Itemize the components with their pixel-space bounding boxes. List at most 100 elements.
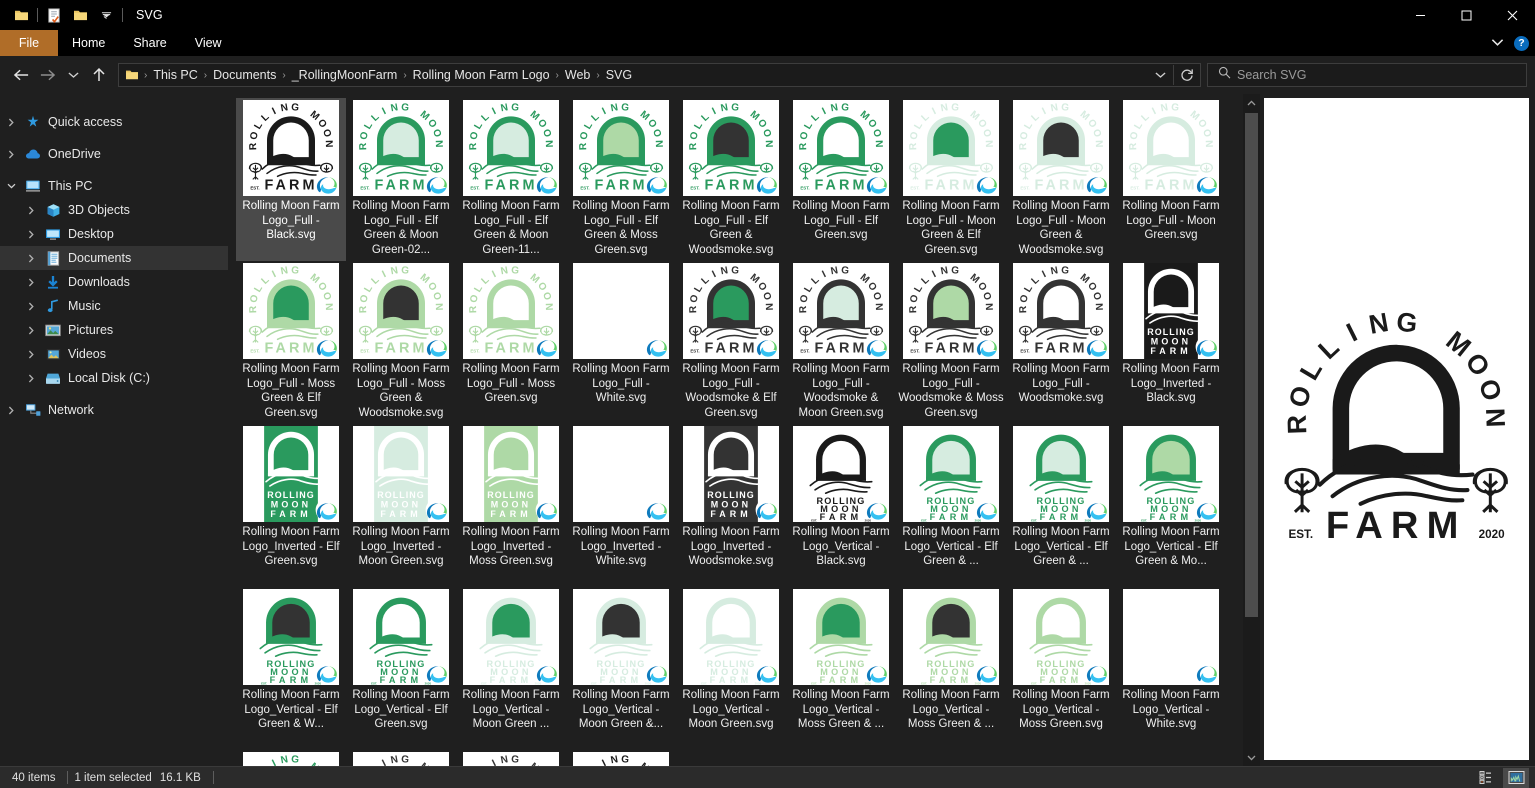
file-tile[interactable]: ROLLING MOON FARM EST. 2020 Rolling Moon… bbox=[896, 587, 1006, 750]
file-tile[interactable]: ROLLING MOON FARM EST. 2020 Rolling Moon… bbox=[896, 424, 1006, 587]
sidebar-item-network[interactable]: Network bbox=[0, 398, 228, 422]
breadcrumb[interactable]: › This PC › Documents › _RollingMoonFarm… bbox=[118, 63, 1201, 87]
scroll-up-arrow-icon[interactable] bbox=[1243, 94, 1260, 111]
sidebar-item-downloads[interactable]: Downloads bbox=[0, 270, 228, 294]
file-tile[interactable]: ROLLINGMOON FARM EST. 2020 bbox=[346, 750, 456, 766]
customize-dropdown-icon[interactable] bbox=[93, 3, 119, 27]
file-tile[interactable]: ROLLINGMOON FARM EST. 2020 bbox=[566, 750, 676, 766]
file-tile[interactable]: ROLLING MOON FARM EST. 2020 Rolling Moon… bbox=[566, 587, 676, 750]
tab-view[interactable]: View bbox=[181, 30, 236, 56]
sidebar-item-documents[interactable]: Documents bbox=[0, 246, 228, 270]
file-tile[interactable]: ROLLING MOON FARM Rolling Moon Farm Logo… bbox=[346, 424, 456, 587]
file-tile[interactable]: ROLLINGMOON FARM EST. 2020 Rolling Moon … bbox=[566, 98, 676, 261]
file-tile[interactable]: ROLLING MOON FARM EST. 2020 Rolling Moon… bbox=[456, 587, 566, 750]
breadcrumb-web[interactable]: Web bbox=[560, 66, 595, 84]
chevron-right-icon[interactable] bbox=[20, 254, 42, 263]
sidebar-item-onedrive[interactable]: OneDrive bbox=[0, 142, 228, 166]
scrollbar-thumb[interactable] bbox=[1245, 113, 1258, 618]
back-button[interactable] bbox=[8, 62, 34, 88]
breadcrumb-rolling-moon-farm-logo[interactable]: Rolling Moon Farm Logo bbox=[408, 66, 555, 84]
maximize-button[interactable] bbox=[1443, 0, 1489, 30]
chevron-right-icon[interactable] bbox=[20, 278, 42, 287]
chevron-right-icon[interactable] bbox=[0, 406, 22, 415]
chevron-right-icon[interactable] bbox=[20, 374, 42, 383]
file-tile[interactable]: ROLLINGMOON FARM EST. 2020 Rolling Moon … bbox=[676, 261, 786, 424]
sidebar-item-music[interactable]: Music bbox=[0, 294, 228, 318]
chevron-right-icon[interactable] bbox=[0, 150, 22, 159]
sidebar-item-videos[interactable]: Videos bbox=[0, 342, 228, 366]
sidebar-item-3d-objects[interactable]: 3D Objects bbox=[0, 198, 228, 222]
tab-share[interactable]: Share bbox=[119, 30, 180, 56]
sidebar-item-local-disk-c[interactable]: Local Disk (C:) bbox=[0, 366, 228, 390]
chevron-right-icon[interactable] bbox=[0, 118, 22, 127]
chevron-down-icon[interactable] bbox=[0, 183, 22, 189]
file-tile[interactable]: ROLLING MOON FARM EST. 2020 Rolling Moon… bbox=[346, 587, 456, 750]
minimize-button[interactable] bbox=[1397, 0, 1443, 30]
refresh-icon[interactable] bbox=[1174, 64, 1200, 86]
file-tile[interactable]: ROLLINGMOON FARM EST. 2020 Rolling Moon … bbox=[1116, 98, 1226, 261]
sidebar-item-this-pc[interactable]: This PC bbox=[0, 174, 228, 198]
file-tile[interactable]: ROLLINGMOON FARM EST. 2020 Rolling Moon … bbox=[456, 98, 566, 261]
scroll-down-arrow-icon[interactable] bbox=[1243, 749, 1260, 766]
file-tile[interactable]: ROLLINGMOON FARM EST. 2020 bbox=[236, 750, 346, 766]
breadcrumb-svg[interactable]: SVG bbox=[601, 66, 637, 84]
search-box[interactable]: Search SVG bbox=[1207, 63, 1527, 87]
file-tile[interactable]: ROLLING MOON FARM EST. 2020 Rolling Moon… bbox=[236, 587, 346, 750]
close-button[interactable] bbox=[1489, 0, 1535, 30]
file-tile[interactable]: ROLLINGMOON FARM EST. 2020 Rolling Moon … bbox=[676, 98, 786, 261]
recent-locations-button[interactable] bbox=[60, 62, 86, 88]
details-view-button[interactable] bbox=[1475, 768, 1501, 788]
breadcrumb-rollingmoonfarm[interactable]: _RollingMoonFarm bbox=[287, 66, 403, 84]
chevron-right-icon[interactable] bbox=[20, 302, 42, 311]
sidebar-item-pictures[interactable]: Pictures bbox=[0, 318, 228, 342]
file-tile[interactable]: ROLLINGMOON FARM EST. 2020 Rolling Moon … bbox=[896, 98, 1006, 261]
chevron-right-icon[interactable] bbox=[20, 350, 42, 359]
chevron-right-icon[interactable] bbox=[20, 326, 42, 335]
file-tile[interactable]: ROLLINGMOON FARM EST. 2020 Rolling Moon … bbox=[566, 261, 676, 424]
sidebar-item-quick-access[interactable]: Quick access bbox=[0, 110, 228, 134]
file-tile[interactable]: ROLLINGMOON FARM EST. 2020 Rolling Moon … bbox=[346, 98, 456, 261]
file-tile[interactable]: ROLLING MOON FARM EST. 2020 Rolling Moon… bbox=[786, 587, 896, 750]
search-input[interactable]: Search SVG bbox=[1237, 68, 1306, 82]
scrollbar-track[interactable] bbox=[1243, 111, 1260, 749]
file-tile[interactable]: ROLLINGMOON FARM EST. 2020 Rolling Moon … bbox=[236, 98, 346, 261]
properties-icon[interactable] bbox=[41, 3, 67, 27]
file-tile[interactable]: ROLLING MOON FARM EST. 2020 Rolling Moon… bbox=[1116, 587, 1226, 750]
up-button[interactable] bbox=[86, 62, 112, 88]
file-tile[interactable]: ROLLING MOON FARM EST. 2020 Rolling Moon… bbox=[1006, 424, 1116, 587]
help-icon[interactable]: ? bbox=[1514, 35, 1529, 51]
file-tile[interactable]: ROLLINGMOON FARM EST. 2020 bbox=[456, 750, 566, 766]
file-tile[interactable]: ROLLING MOON FARM Rolling Moon Farm Logo… bbox=[236, 424, 346, 587]
chevron-right-icon[interactable] bbox=[20, 206, 42, 215]
chevron-down-icon[interactable] bbox=[1491, 34, 1504, 52]
tab-file[interactable]: File bbox=[0, 30, 58, 56]
file-thumbnail: ROLLING MOON FARM bbox=[1123, 263, 1219, 359]
file-tile[interactable]: ROLLINGMOON FARM EST. 2020 Rolling Moon … bbox=[786, 98, 896, 261]
forward-button[interactable] bbox=[34, 62, 60, 88]
file-tile[interactable]: ROLLINGMOON FARM EST. 2020 Rolling Moon … bbox=[456, 261, 566, 424]
file-tile[interactable]: ROLLINGMOON FARM EST. 2020 Rolling Moon … bbox=[786, 261, 896, 424]
file-tile[interactable]: ROLLINGMOON FARM EST. 2020 Rolling Moon … bbox=[896, 261, 1006, 424]
file-tile[interactable]: ROLLINGMOON FARM EST. 2020 Rolling Moon … bbox=[1006, 261, 1116, 424]
file-tile[interactable]: ROLLING MOON FARM EST. 2020 Rolling Moon… bbox=[1116, 424, 1226, 587]
file-tile[interactable]: ROLLING MOON FARM EST. 2020 Rolling Moon… bbox=[786, 424, 896, 587]
file-tile[interactable]: ROLLING MOON FARM EST. 2020 Rolling Moon… bbox=[1006, 587, 1116, 750]
address-dropdown-icon[interactable] bbox=[1147, 64, 1173, 86]
sidebar-item-desktop[interactable]: Desktop bbox=[0, 222, 228, 246]
breadcrumb-this-pc[interactable]: This PC bbox=[148, 66, 202, 84]
vertical-scrollbar[interactable] bbox=[1243, 94, 1260, 766]
chevron-right-icon[interactable] bbox=[20, 230, 42, 239]
breadcrumb-documents[interactable]: Documents bbox=[208, 66, 281, 84]
file-tile[interactable]: ROLLINGMOON FARM EST. 2020 Rolling Moon … bbox=[1006, 98, 1116, 261]
folder-icon[interactable] bbox=[8, 3, 34, 27]
file-tile[interactable]: ROLLING MOON FARM Rolling Moon Farm Logo… bbox=[676, 424, 786, 587]
file-tile[interactable]: ROLLING MOON FARM Rolling Moon Farm Logo… bbox=[1116, 261, 1226, 424]
large-icons-view-button[interactable] bbox=[1503, 767, 1529, 788]
new-folder-icon[interactable] bbox=[67, 3, 93, 27]
file-tile[interactable]: ROLLINGMOON FARM EST. 2020 Rolling Moon … bbox=[346, 261, 456, 424]
tab-home[interactable]: Home bbox=[58, 30, 119, 56]
file-tile[interactable]: ROLLING MOON FARM Rolling Moon Farm Logo… bbox=[566, 424, 676, 587]
file-tile[interactable]: ROLLING MOON FARM Rolling Moon Farm Logo… bbox=[456, 424, 566, 587]
file-tile[interactable]: ROLLINGMOON FARM EST. 2020 Rolling Moon … bbox=[236, 261, 346, 424]
file-tile[interactable]: ROLLING MOON FARM EST. 2020 Rolling Moon… bbox=[676, 587, 786, 750]
